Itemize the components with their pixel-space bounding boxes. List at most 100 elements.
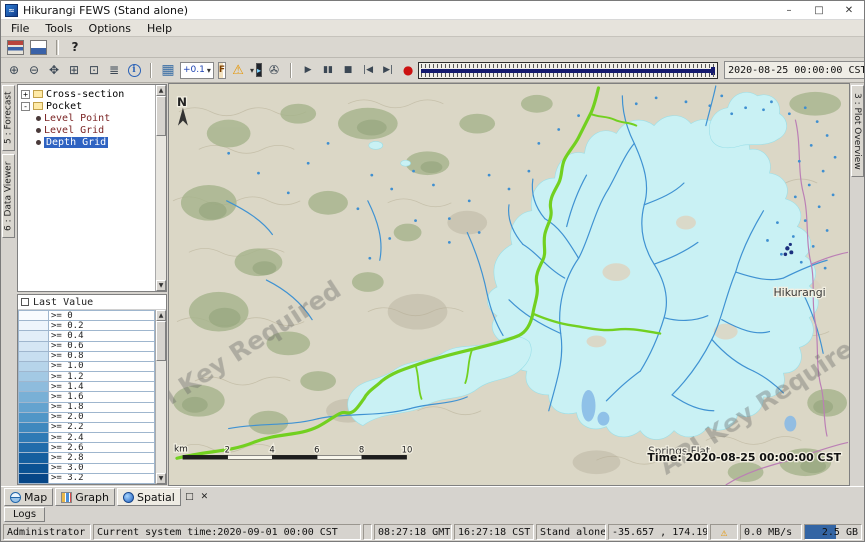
menu-options[interactable]: Options (81, 21, 139, 36)
legend-swatch (19, 342, 49, 352)
time-slider-ticks (421, 73, 715, 77)
tree-leaf-label[interactable]: Level Grid (44, 125, 104, 136)
current-time-display: 2020-08-25 00:00:00 CST (724, 61, 865, 79)
legend-row: >= 0.4 (19, 331, 155, 341)
status-bar: Administrator Current system time:2020-0… (1, 523, 864, 541)
last-value-checkbox[interactable] (21, 298, 29, 306)
legend-swatch (19, 382, 49, 392)
status-coordinates: -35.657 , 174.199 (608, 524, 708, 540)
legend-scrollbar[interactable]: ▲ ▼ (155, 310, 166, 484)
tab-maximize-icon[interactable]: □ (183, 490, 196, 503)
profile-display-icon[interactable]: F (218, 62, 226, 79)
tab-spatial[interactable]: Spatial (117, 488, 181, 506)
legend-row: >= 0 (19, 311, 155, 321)
scroll-up-icon[interactable]: ▲ (156, 310, 166, 321)
leaf-bullet-icon (36, 116, 41, 121)
contour-interval-dropdown[interactable]: +0.1 ▾ (180, 62, 214, 79)
legend-swatch (19, 392, 49, 402)
maximize-button[interactable]: □ (804, 1, 834, 19)
legend-row: >= 2.2 (19, 423, 155, 433)
skip-to-start-icon[interactable]: |◀ (358, 60, 378, 81)
grid-display-icon[interactable]: ▦ (158, 60, 178, 81)
database-icon[interactable] (7, 40, 24, 55)
scroll-thumb[interactable] (156, 321, 166, 361)
sprinkle-tool-icon[interactable]: ✇ (264, 60, 284, 81)
svg-text:2: 2 (225, 444, 230, 454)
tree-leaf-label-selected[interactable]: Depth Grid (44, 137, 108, 148)
record-icon[interactable]: ● (398, 60, 418, 81)
scroll-thumb[interactable] (156, 96, 166, 136)
map-panel[interactable]: API Key Required API Key Required N km 2… (168, 83, 850, 486)
zoom-out-icon[interactable]: ⊖ (24, 60, 44, 81)
tab-close-icon[interactable]: ✕ (198, 490, 211, 503)
tab-map[interactable]: Map (4, 488, 53, 506)
tab-graph[interactable]: Graph (55, 488, 115, 506)
collapse-icon[interactable]: - (21, 102, 30, 111)
status-warning-icon[interactable]: ⚠ (710, 524, 738, 540)
legend-list: >= 0 >= 0.2 >= 0.4 >= 0.6 >= 0.8 >= 1.0 … (18, 310, 155, 484)
menu-bar: File Tools Options Help (1, 20, 864, 37)
tree-node-label[interactable]: Cross-section (46, 89, 124, 100)
tree-node-cross-section[interactable]: + Cross-section (21, 88, 155, 100)
svg-text:km: km (174, 444, 188, 454)
logs-row: Logs (1, 506, 864, 523)
left-tab-strip: 5 : Forecast 6 : Data Viewer (1, 83, 16, 486)
logs-button[interactable]: Logs (4, 507, 45, 522)
stop-icon[interactable]: ■ (338, 60, 358, 81)
zoom-window-icon[interactable]: ⊞ (64, 60, 84, 81)
contour-value: +0.1 (183, 65, 205, 75)
menu-help[interactable]: Help (139, 21, 180, 36)
tree-leaf-depth-grid[interactable]: Depth Grid (34, 136, 155, 148)
status-gmt-time: 08:27:18 GMT (374, 524, 452, 540)
legend-swatch (19, 321, 49, 331)
legend-panel: Last Value >= 0 >= 0.2 >= 0.4 >= 0.6 >= … (17, 294, 167, 485)
tree-leaf-level-point[interactable]: Level Point (34, 112, 155, 124)
legend-swatch (19, 311, 49, 321)
leaf-bullet-icon (36, 128, 41, 133)
sidebar-tab-data-viewer[interactable]: 6 : Data Viewer (2, 154, 15, 238)
legend-row: >= 1.0 (19, 362, 155, 372)
menu-file[interactable]: File (3, 21, 37, 36)
spatial-globe-icon (123, 492, 134, 503)
layers-icon[interactable]: ≣ (104, 60, 124, 81)
status-spacer (363, 524, 372, 540)
scroll-down-icon[interactable]: ▼ (156, 473, 166, 484)
info-icon[interactable]: i (124, 60, 144, 81)
map-canvas[interactable]: API Key Required API Key Required N km 2… (169, 84, 849, 485)
animation-display-icon[interactable]: ▸ (256, 63, 262, 77)
tree-leaf-label[interactable]: Level Point (44, 113, 110, 124)
close-button[interactable]: ✕ (834, 1, 864, 19)
time-slider[interactable] (418, 62, 718, 79)
tree-node-label[interactable]: Pocket (46, 101, 82, 112)
legend-swatch (19, 464, 49, 474)
thresholds-warning-icon[interactable]: ⚠ (228, 60, 248, 81)
zoom-extent-icon[interactable]: ⊡ (84, 60, 104, 81)
time-slider-ticks (421, 64, 715, 68)
expand-icon[interactable]: + (21, 90, 30, 99)
right-tab-strip: 3 : Plot Overview (850, 83, 864, 486)
legend-swatch (19, 372, 49, 382)
sidebar-tab-plot-overview[interactable]: 3 : Plot Overview (851, 85, 864, 177)
skip-to-end-icon[interactable]: ▶| (378, 60, 398, 81)
tree-node-pocket[interactable]: - Pocket (21, 100, 155, 112)
import-export-icon[interactable] (30, 40, 47, 55)
legend-swatch (19, 403, 49, 413)
map-toolbar: ⊕ ⊖ ✥ ⊞ ⊡ ≣ i ▦ +0.1 ▾ F ⚠ ▾ ▸ ✇ ▶ ▮▮ ■ … (1, 58, 864, 83)
bottom-tab-bar: Map Graph Spatial □ ✕ (1, 486, 864, 506)
minimize-button[interactable]: – (774, 1, 804, 19)
scroll-down-icon[interactable]: ▼ (156, 280, 166, 291)
sidebar-tab-forecast[interactable]: 5 : Forecast (2, 85, 15, 151)
legend-row: >= 2.4 (19, 433, 155, 443)
menu-tools[interactable]: Tools (37, 21, 80, 36)
play-icon[interactable]: ▶ (298, 60, 318, 81)
tree-leaf-level-grid[interactable]: Level Grid (34, 124, 155, 136)
chevron-down-icon[interactable]: ▾ (250, 66, 254, 75)
zoom-in-icon[interactable]: ⊕ (4, 60, 24, 81)
pause-icon[interactable]: ▮▮ (318, 60, 338, 81)
legend-row: >= 1.2 (19, 372, 155, 382)
help-icon[interactable]: ? (65, 39, 85, 56)
tree-scrollbar[interactable]: ▲ ▼ (155, 85, 166, 291)
pan-icon[interactable]: ✥ (44, 60, 64, 81)
scroll-up-icon[interactable]: ▲ (156, 85, 166, 96)
legend-row: >= 1.4 (19, 382, 155, 392)
